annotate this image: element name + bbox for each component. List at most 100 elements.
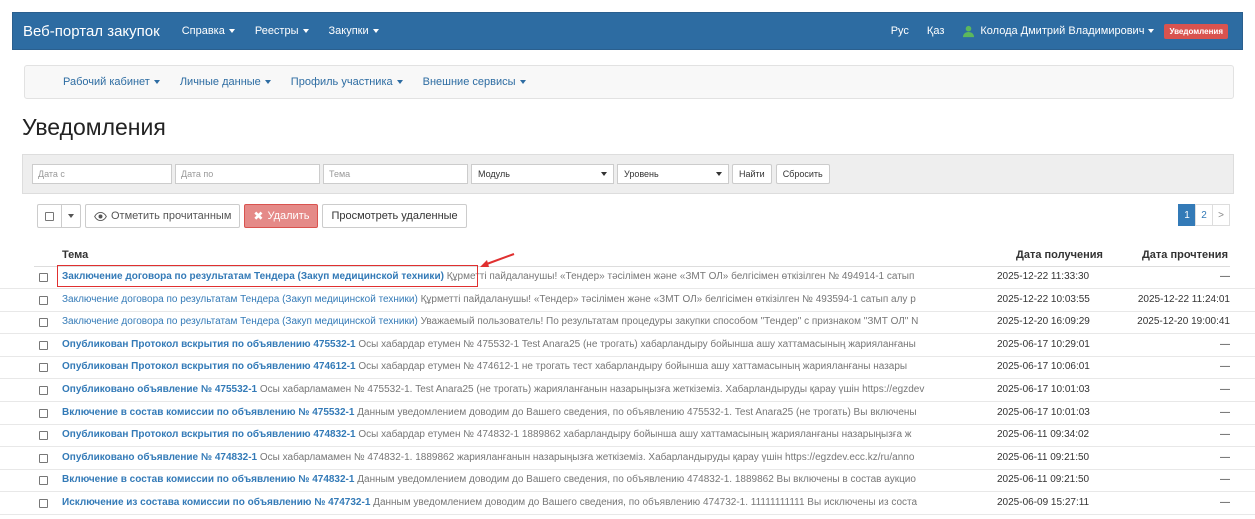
view-deleted-button[interactable]: Просмотреть удаленные bbox=[322, 204, 467, 228]
nav-help[interactable]: Справка bbox=[182, 25, 235, 37]
received-date: 2025-06-11 09:21:50 bbox=[997, 451, 1090, 463]
notification-title-link[interactable]: Включение в состав комиссии по объявлени… bbox=[62, 407, 354, 418]
notification-title-link[interactable]: Опубликовано объявление № 475532-1 bbox=[62, 384, 257, 395]
received-date: 2025-12-22 10:03:55 bbox=[997, 293, 1090, 305]
reset-button[interactable]: Сбросить bbox=[775, 164, 830, 184]
row-subject[interactable]: Заключение договора по результатам Тенде… bbox=[62, 316, 990, 327]
lang-ru-link[interactable]: Рус bbox=[891, 25, 909, 37]
notification-title-link[interactable]: Включение в состав комиссии по объявлени… bbox=[62, 474, 354, 485]
notification-preview: Құрметті пайдаланушы! «Тендер» тәсілімен… bbox=[446, 271, 915, 282]
row-checkbox[interactable] bbox=[39, 476, 48, 486]
notification-preview: Данным уведомлением доводим до Вашего св… bbox=[357, 474, 916, 486]
row-subject[interactable]: Опубликовано объявление № 474832-1 Осы х… bbox=[62, 452, 990, 463]
top-right: Рус Қаз Колода Дмитрий Владимирович Увед… bbox=[891, 23, 1242, 39]
notification-title-link[interactable]: Опубликован Протокол вскрытия по объявле… bbox=[62, 361, 356, 372]
select-all-checkbox[interactable] bbox=[37, 204, 62, 228]
topic-input[interactable]: Тема bbox=[323, 164, 468, 184]
date-from-input[interactable]: Дата с bbox=[32, 164, 172, 184]
page-title: Уведомления bbox=[22, 114, 166, 140]
chevron-down-icon bbox=[519, 80, 526, 84]
read-date: — bbox=[1220, 474, 1230, 486]
module-select[interactable]: Модуль bbox=[471, 164, 614, 184]
read-date: — bbox=[1220, 361, 1230, 373]
row-checkbox[interactable] bbox=[39, 295, 48, 305]
notification-title-link[interactable]: Опубликовано объявление № 474832-1 bbox=[62, 452, 257, 463]
user-menu[interactable]: Колода Дмитрий Владимирович bbox=[962, 25, 1155, 38]
notification-title-link[interactable]: Заключение договора по результатам Тенде… bbox=[62, 294, 418, 305]
subnav-external-services[interactable]: Внешние сервисы bbox=[423, 76, 526, 88]
date-to-input[interactable]: Дата по bbox=[175, 164, 320, 184]
find-button[interactable]: Найти bbox=[732, 164, 772, 184]
row-checkbox[interactable] bbox=[39, 386, 48, 395]
nav-registries[interactable]: Реестры bbox=[255, 25, 309, 37]
row-checkbox[interactable] bbox=[39, 273, 48, 282]
notification-title-link[interactable]: Заключение договора по результатам Тенде… bbox=[62, 316, 418, 327]
row-checkbox[interactable] bbox=[39, 431, 48, 441]
nav-purchases[interactable]: Закупки bbox=[329, 25, 379, 37]
level-select[interactable]: Уровень bbox=[617, 164, 729, 184]
read-date: — bbox=[1220, 338, 1230, 350]
row-checkbox[interactable] bbox=[39, 318, 48, 328]
notification-preview: Осы хабардар етумен № 475532-1 Test Anar… bbox=[358, 338, 916, 350]
subnav-participant-profile[interactable]: Профиль участника bbox=[291, 76, 403, 88]
notification-title-link[interactable]: Исключение из состава комиссии по объявл… bbox=[62, 497, 370, 508]
row-subject[interactable]: Включение в состав комиссии по объявлени… bbox=[62, 474, 990, 485]
row-subject[interactable]: Включение в состав комиссии по объявлени… bbox=[62, 407, 990, 418]
row-subject[interactable]: Заключение договора по результатам Тенде… bbox=[62, 294, 990, 305]
table-row[interactable]: Включение в состав комиссии по объявлени… bbox=[0, 470, 1255, 493]
read-date: — bbox=[1220, 497, 1230, 508]
table-row[interactable]: Опубликован Протокол вскрытия по объявле… bbox=[0, 335, 1255, 357]
subnav-workspace[interactable]: Рабочий кабинет bbox=[63, 76, 160, 88]
received-date: 2025-06-17 10:01:03 bbox=[997, 406, 1090, 418]
table-row[interactable]: Заключение договора по результатам Тенде… bbox=[0, 312, 1255, 335]
row-subject[interactable]: Опубликован Протокол вскрытия по объявле… bbox=[62, 429, 990, 440]
received-date: 2025-06-17 10:29:01 bbox=[997, 338, 1090, 350]
table-row[interactable]: Исключение из состава комиссии по объявл… bbox=[0, 493, 1255, 515]
row-checkbox[interactable] bbox=[39, 340, 48, 350]
row-subject[interactable]: Исключение из состава комиссии по объявл… bbox=[62, 497, 990, 508]
delete-button[interactable]: ✖ Удалить bbox=[244, 204, 319, 228]
portal-brand[interactable]: Веб-портал закупок bbox=[23, 23, 160, 40]
top-navbar: Веб-портал закупок Справка Реестры Закуп… bbox=[12, 12, 1243, 50]
page-1[interactable]: 1 bbox=[1178, 204, 1196, 226]
row-subject[interactable]: Опубликован Протокол вскрытия по объявле… bbox=[62, 339, 990, 350]
page-2[interactable]: 2 bbox=[1195, 204, 1213, 226]
pagination: 1 2 > bbox=[1178, 204, 1230, 226]
nav-help-label: Справка bbox=[181, 25, 225, 37]
subnav-workspace-label: Рабочий кабинет bbox=[63, 76, 150, 88]
table-row[interactable]: Заключение договора по результатам Тенде… bbox=[0, 290, 1255, 312]
select-dropdown-toggle[interactable] bbox=[61, 204, 81, 228]
notification-preview: Осы хабардар етумен № 474832-1 1889862 х… bbox=[358, 429, 912, 441]
table-row[interactable]: Включение в состав комиссии по объявлени… bbox=[0, 403, 1255, 425]
notification-preview: Данным уведомлением доводим до Вашего св… bbox=[357, 406, 917, 418]
col-subject-header: Тема bbox=[62, 249, 89, 261]
read-date: 2025-12-20 19:00:41 bbox=[1137, 316, 1230, 328]
table-row[interactable]: Опубликован Протокол вскрытия по объявле… bbox=[0, 425, 1255, 448]
notification-title-link[interactable]: Опубликован Протокол вскрытия по объявле… bbox=[62, 429, 356, 440]
col-read-header: Дата прочтения bbox=[1141, 249, 1228, 261]
row-checkbox[interactable] bbox=[39, 453, 48, 463]
notifications-badge[interactable]: Уведомления bbox=[1164, 23, 1228, 39]
read-date: — bbox=[1220, 451, 1230, 463]
row-checkbox[interactable] bbox=[39, 363, 48, 373]
notification-preview: Осы хабарламамен № 475532-1. Test Anara2… bbox=[259, 384, 925, 395]
row-checkbox[interactable] bbox=[39, 408, 48, 418]
mark-read-label: Отметить прочитанным bbox=[111, 210, 232, 222]
chevron-down-icon bbox=[153, 80, 160, 84]
chevron-down-icon bbox=[716, 172, 722, 176]
next-page-button[interactable]: > bbox=[1212, 204, 1230, 226]
checkbox-icon bbox=[45, 211, 54, 221]
notification-preview: Уважаемый пользователь! По результатам п… bbox=[420, 316, 919, 328]
notification-title-link[interactable]: Опубликован Протокол вскрытия по объявле… bbox=[62, 339, 356, 350]
mark-read-button[interactable]: Отметить прочитанным bbox=[85, 204, 241, 228]
table-row[interactable]: Опубликован Протокол вскрытия по объявле… bbox=[0, 357, 1255, 380]
lang-kz-link[interactable]: Қаз bbox=[927, 25, 944, 37]
row-checkbox[interactable] bbox=[39, 499, 48, 508]
read-date: — bbox=[1220, 429, 1230, 441]
chevron-down-icon bbox=[601, 172, 607, 176]
row-subject[interactable]: Опубликовано объявление № 475532-1 Осы х… bbox=[62, 384, 990, 395]
subnav-personal-data[interactable]: Личные данные bbox=[180, 76, 271, 88]
table-row[interactable]: Опубликовано объявление № 475532-1 Осы х… bbox=[0, 380, 1255, 402]
row-subject[interactable]: Опубликован Протокол вскрытия по объявле… bbox=[62, 361, 990, 372]
table-row[interactable]: Опубликовано объявление № 474832-1 Осы х… bbox=[0, 448, 1255, 470]
